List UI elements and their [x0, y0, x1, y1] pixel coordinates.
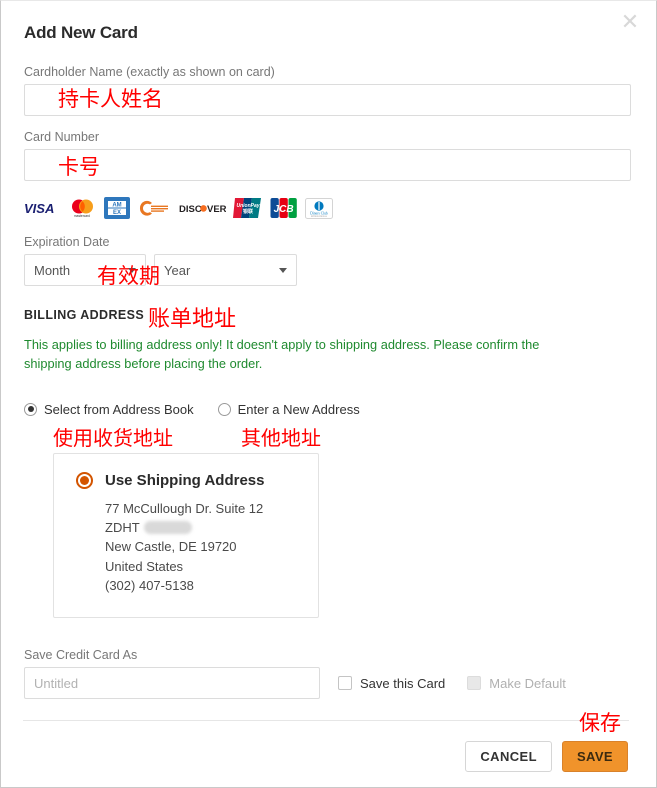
chevron-down-icon — [128, 268, 136, 273]
label-select-from-address-book[interactable]: Select from Address Book — [44, 402, 194, 417]
save-credit-card-as-label: Save Credit Card As — [24, 648, 138, 663]
svg-text:VISA: VISA — [24, 201, 54, 215]
expiration-month-select[interactable]: Month — [24, 254, 146, 286]
save-this-card-group[interactable]: Save this Card — [338, 676, 445, 691]
expiration-year-value: Year — [164, 262, 191, 278]
address-line-city-state-zip: New Castle, DE 19720 — [105, 539, 237, 555]
address-line-company: ZDHT — [105, 518, 300, 537]
radio-use-shipping-address[interactable] — [76, 471, 93, 489]
svg-text:Diners Club: Diners Club — [310, 211, 328, 215]
visa-logo: VISA — [24, 197, 60, 219]
chevron-down-icon — [279, 268, 287, 273]
svg-text:银联: 银联 — [242, 208, 253, 215]
address-card-title: Use Shipping Address — [105, 471, 265, 489]
annotation-save: 保存 — [579, 711, 621, 735]
close-icon[interactable]: ✕ — [620, 12, 640, 34]
add-new-card-dialog: ✕ Add New Card Cardholder Name (exactly … — [0, 0, 657, 788]
save-credit-card-row: Save this Card Make Default — [24, 667, 631, 700]
billing-address-heading: BILLING ADDRESS — [24, 308, 145, 322]
address-card-lines: 77 McCullough Dr. Suite 12 ZDHT New Cast… — [105, 499, 300, 595]
save-credit-card-as-input[interactable] — [24, 667, 320, 700]
address-book-card[interactable]: Use Shipping Address 77 McCullough Dr. S… — [53, 452, 319, 619]
redacted-text — [143, 521, 192, 535]
make-default-checkbox — [467, 676, 482, 691]
save-credit-card-as-field: Save Credit Card As Save this Card Make … — [24, 648, 631, 700]
make-default-label: Make Default — [489, 675, 566, 691]
card-number-label: Card Number — [24, 130, 100, 144]
cardholder-name-field: Cardholder Name (exactly as shown on car… — [24, 65, 631, 116]
cardholder-name-label: Cardholder Name (exactly as shown on car… — [24, 65, 275, 79]
svg-text:EX: EX — [113, 210, 121, 216]
svg-text:JCB: JCB — [274, 204, 294, 215]
card-number-input[interactable] — [24, 149, 631, 181]
footer-divider — [23, 720, 629, 721]
maestro-logo — [137, 197, 171, 219]
svg-text:VER: VER — [207, 204, 226, 215]
address-card-header: Use Shipping Address — [76, 471, 300, 489]
expiration-date-field: Expiration Date Month Year — [24, 235, 631, 286]
svg-text:INTERNATIONAL: INTERNATIONAL — [311, 215, 328, 218]
page-title: Add New Card — [24, 23, 138, 42]
svg-text:AM: AM — [112, 203, 121, 209]
dialog-footer: CANCEL SAVE — [465, 741, 628, 772]
svg-text:mastercard: mastercard — [74, 214, 90, 218]
accepted-card-brands: VISA mastercard AM EX DISC VER UnionPay … — [24, 195, 631, 221]
jcb-logo: JCB — [270, 197, 298, 219]
amex-logo: AM EX — [104, 197, 130, 219]
expiration-year-select[interactable]: Year — [154, 254, 297, 286]
save-this-card-checkbox[interactable] — [338, 676, 352, 691]
label-enter-new-address[interactable]: Enter a New Address — [238, 402, 360, 417]
discover-logo: DISC VER — [178, 197, 226, 219]
dialog-body: Cardholder Name (exactly as shown on car… — [24, 65, 631, 700]
save-button[interactable]: SAVE — [561, 741, 628, 772]
billing-address-options: Select from Address Book Enter a New Add… — [24, 402, 631, 417]
radio-select-from-address-book[interactable] — [24, 402, 37, 416]
radio-enter-new-address[interactable] — [217, 402, 231, 416]
address-line-phone: (302) 407-5138 — [105, 577, 194, 593]
cancel-button[interactable]: CANCEL — [465, 741, 552, 772]
billing-address-note: This applies to billing address only! It… — [24, 337, 540, 371]
address-line-street: 77 McCullough Dr. Suite 12 — [105, 500, 264, 516]
expiration-selects: Month Year — [24, 254, 631, 286]
make-default-group: Make Default — [467, 676, 566, 691]
card-number-field: Card Number — [24, 130, 631, 181]
svg-text:DISC: DISC — [179, 204, 202, 215]
diners-club-logo: Diners Club INTERNATIONAL — [305, 197, 333, 219]
mastercard-logo: mastercard — [67, 197, 97, 219]
expiration-date-label: Expiration Date — [24, 235, 110, 249]
address-line-company-text: ZDHT — [105, 520, 140, 536]
address-line-country: United States — [105, 558, 184, 574]
expiration-month-value: Month — [34, 262, 71, 278]
save-this-card-label[interactable]: Save this Card — [360, 676, 445, 691]
unionpay-logo: UnionPay 银联 — [233, 197, 263, 219]
cardholder-name-input[interactable] — [24, 84, 631, 116]
